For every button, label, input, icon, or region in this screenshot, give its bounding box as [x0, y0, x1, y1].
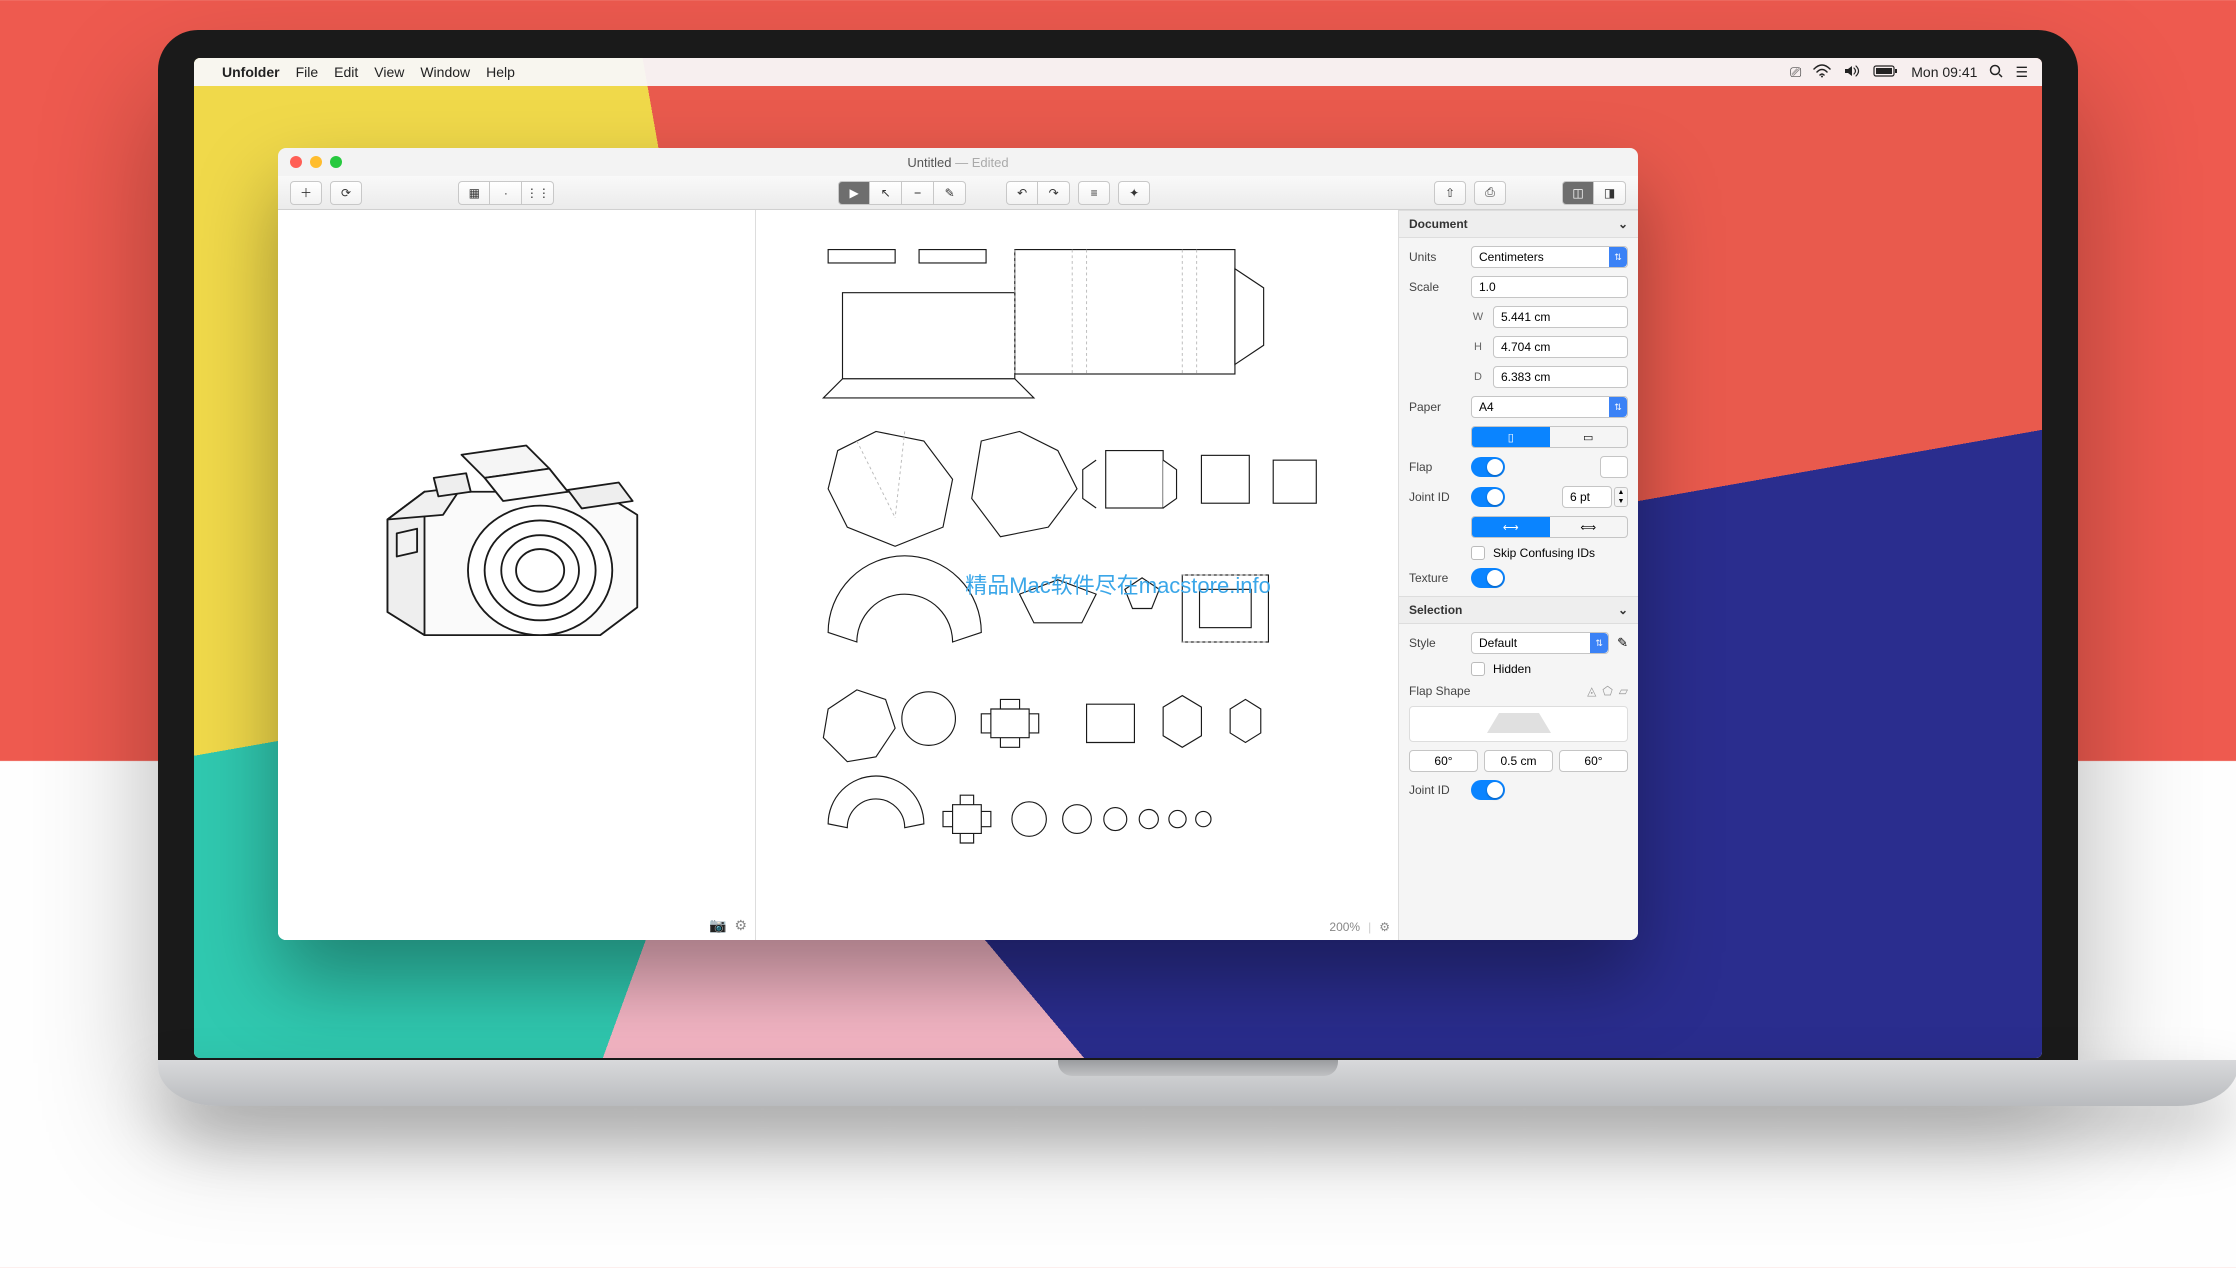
layout-dots-button[interactable]: ⋮⋮: [522, 181, 554, 205]
menu-window[interactable]: Window: [420, 64, 470, 80]
texture-label: Texture: [1409, 571, 1463, 585]
hidden-checkbox[interactable]: [1471, 662, 1485, 676]
flap-shape-c-icon[interactable]: ▱: [1619, 684, 1628, 698]
menu-view[interactable]: View: [374, 64, 404, 80]
flap-swatch[interactable]: [1600, 456, 1628, 478]
orientation-segment[interactable]: ▯ ▭: [1471, 426, 1628, 448]
hidden-label: Hidden: [1493, 662, 1531, 676]
app-window: Untitled — Edited ＋ ⟳ ▦ · ⋮⋮ ▶: [278, 148, 1638, 940]
flap-shape-b-icon[interactable]: ⬠: [1602, 684, 1612, 698]
laptop-base: [158, 1060, 2236, 1106]
sel-jointid-label: Joint ID: [1409, 783, 1463, 797]
paper-select[interactable]: A4 ⇅: [1471, 396, 1628, 418]
panel-inspector-toggle[interactable]: ◨: [1594, 181, 1626, 205]
tool-paint-button[interactable]: ✎: [934, 181, 966, 205]
style-select[interactable]: Default ⇅: [1471, 632, 1609, 654]
spotlight-icon[interactable]: [1989, 64, 2003, 81]
menubar-clock[interactable]: Mon 09:41: [1911, 64, 1977, 80]
divider: |: [1368, 920, 1371, 934]
menu-help[interactable]: Help: [486, 64, 515, 80]
placement-outside-icon[interactable]: ⟺: [1550, 517, 1628, 537]
scale-input[interactable]: 1.0: [1471, 276, 1628, 298]
settings-3d-icon[interactable]: ⚙: [734, 917, 747, 934]
style-label: Style: [1409, 636, 1463, 650]
camera-model: [332, 390, 702, 668]
edit-style-icon[interactable]: ✎: [1617, 635, 1628, 651]
rotate-right-button[interactable]: ↷: [1038, 181, 1070, 205]
depth-input[interactable]: 6.383 cm: [1493, 366, 1628, 388]
select-arrow-icon: ⇅: [1590, 633, 1608, 653]
control-center-icon[interactable]: ☰: [2015, 64, 2028, 81]
app-name[interactable]: Unfolder: [222, 64, 280, 80]
align-button[interactable]: ≡: [1078, 181, 1110, 205]
document-section-header[interactable]: Document ⌄: [1399, 210, 1638, 238]
placement-inside-icon[interactable]: ⟷: [1472, 517, 1550, 537]
chevron-down-icon: ⌄: [1618, 603, 1628, 617]
flap-length-input[interactable]: 0.5 cm: [1484, 750, 1553, 772]
selection-section-header[interactable]: Selection ⌄: [1399, 596, 1638, 624]
select-arrow-icon: ⇅: [1609, 247, 1627, 267]
jointid-size-stepper[interactable]: 6 pt ▲▼: [1562, 486, 1628, 508]
window-title: Untitled: [907, 155, 951, 170]
sel-jointid-toggle[interactable]: [1471, 780, 1505, 800]
skip-ids-label: Skip Confusing IDs: [1493, 546, 1595, 560]
battery-icon[interactable]: [1873, 64, 1899, 81]
menubar: Unfolder File Edit View Window Help ⎚: [194, 58, 2042, 86]
landscape-icon[interactable]: ▭: [1550, 427, 1628, 447]
airplay-icon[interactable]: ⎚: [1790, 64, 1801, 81]
jointid-toggle[interactable]: [1471, 487, 1505, 507]
jointid-label: Joint ID: [1409, 490, 1463, 504]
chevron-down-icon: ⌄: [1618, 217, 1628, 231]
flap-shape-preview[interactable]: [1409, 706, 1628, 742]
flap-label: Flap: [1409, 460, 1463, 474]
preview-3d-pane[interactable]: 📷 ⚙: [278, 210, 756, 940]
select-arrow-icon: ⇅: [1609, 397, 1627, 417]
rotate-left-button[interactable]: ↶: [1006, 181, 1038, 205]
zoom-level[interactable]: 200%: [1329, 920, 1360, 934]
jointid-placement-segment[interactable]: ⟷ ⟺: [1471, 516, 1628, 538]
width-input[interactable]: 5.441 cm: [1493, 306, 1628, 328]
reload-button[interactable]: ⟳: [330, 181, 362, 205]
flap-angle1-input[interactable]: 60°: [1409, 750, 1478, 772]
panel-3d-toggle[interactable]: ◫: [1562, 181, 1594, 205]
magic-button[interactable]: ✦: [1118, 181, 1150, 205]
layout-grid-button[interactable]: ▦: [458, 181, 490, 205]
portrait-icon[interactable]: ▯: [1472, 427, 1550, 447]
wifi-icon[interactable]: [1813, 64, 1831, 81]
unfold-pane[interactable]: 200% | ⚙: [756, 210, 1398, 940]
print-button[interactable]: ⎙: [1474, 181, 1506, 205]
flap-toggle[interactable]: [1471, 457, 1505, 477]
toolbar: ＋ ⟳ ▦ · ⋮⋮ ▶ ↖ ⎯ ✎: [278, 176, 1638, 210]
layout-dot-button[interactable]: ·: [490, 181, 522, 205]
texture-toggle[interactable]: [1471, 568, 1505, 588]
snapshot-icon[interactable]: 📷: [709, 917, 726, 934]
height-input[interactable]: 4.704 cm: [1493, 336, 1628, 358]
tool-select-button[interactable]: ↖: [870, 181, 902, 205]
unfold-settings-icon[interactable]: ⚙: [1379, 920, 1390, 934]
units-select[interactable]: Centimeters ⇅: [1471, 246, 1628, 268]
scale-label: Scale: [1409, 280, 1463, 294]
titlebar: Untitled — Edited: [278, 148, 1638, 176]
inspector-pane: Document ⌄ Units Centimeters ⇅: [1398, 210, 1638, 940]
tool-move-button[interactable]: ▶: [838, 181, 870, 205]
units-label: Units: [1409, 250, 1463, 264]
flap-angle2-input[interactable]: 60°: [1559, 750, 1628, 772]
flapshape-label: Flap Shape: [1409, 684, 1470, 698]
menu-edit[interactable]: Edit: [334, 64, 358, 80]
window-edited-badge: — Edited: [955, 155, 1008, 170]
skip-ids-checkbox[interactable]: [1471, 546, 1485, 560]
menu-file[interactable]: File: [296, 64, 319, 80]
tool-edge-button[interactable]: ⎯: [902, 181, 934, 205]
share-button[interactable]: ⇧: [1434, 181, 1466, 205]
paper-label: Paper: [1409, 400, 1463, 414]
flap-shape-a-icon[interactable]: ◬: [1587, 684, 1596, 698]
add-button[interactable]: ＋: [290, 181, 322, 205]
volume-icon[interactable]: [1843, 64, 1861, 81]
